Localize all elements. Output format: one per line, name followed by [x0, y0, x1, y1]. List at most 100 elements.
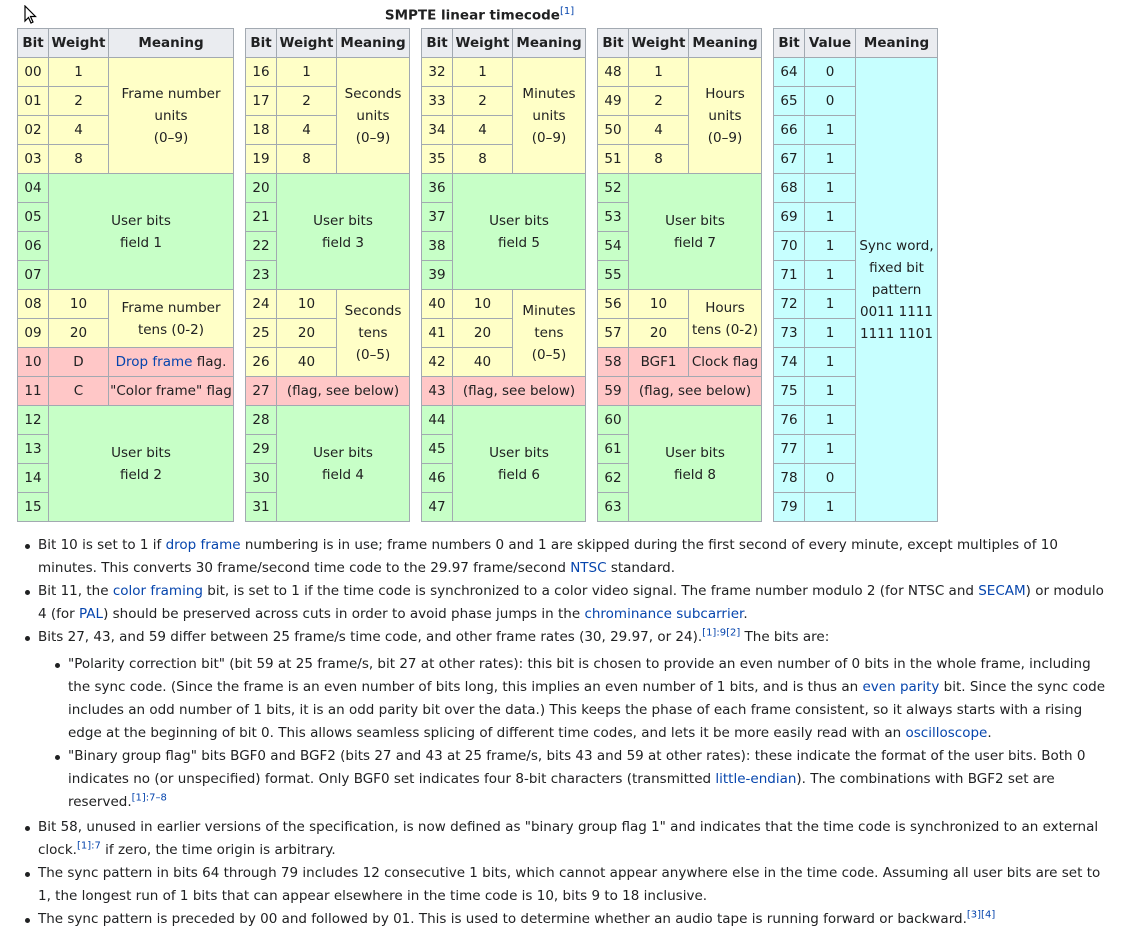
bit-cell: 65	[773, 86, 805, 116]
smpte-timecode-table: Bit Weight Meaning Bit Weight Meaning Bi…	[17, 28, 938, 522]
weight-cell: 8	[276, 144, 337, 174]
citation-link[interactable]: [1]:7	[77, 841, 101, 852]
bit-cell: 39	[421, 260, 453, 290]
citation-link[interactable]: [1]:7–8	[132, 793, 167, 804]
weight-cell: C	[48, 376, 109, 406]
weight-cell: 10	[452, 289, 513, 319]
bit-cell: 13	[17, 434, 49, 464]
weight-cell: 20	[276, 318, 337, 348]
bit-cell: 33	[421, 86, 453, 116]
weight-cell: 10	[628, 289, 689, 319]
table-row: 08 10 Frame number tens (0-2) 24 10 Seco…	[17, 289, 938, 377]
bit-cell: 19	[245, 144, 277, 174]
bit-cell: 07	[17, 260, 49, 290]
bit-cell: 18	[245, 115, 277, 145]
bit-cell: 41	[421, 318, 453, 348]
column-gap	[409, 28, 422, 58]
header-bit: Bit	[421, 28, 453, 58]
bit-cell: 56	[597, 289, 629, 319]
bit-cell: 50	[597, 115, 629, 145]
color-framing-link[interactable]: color framing	[113, 583, 203, 599]
bit-cell: 66	[773, 115, 805, 145]
bit-cell: 30	[245, 463, 277, 493]
pal-link[interactable]: PAL	[79, 606, 103, 622]
bit-cell: 77	[773, 434, 805, 464]
sub-notes-list: "Polarity correction bit" (bit 59 at 25 …	[38, 653, 1114, 814]
bit-cell: 48	[597, 57, 629, 87]
header-row: Bit Weight Meaning Bit Weight Meaning Bi…	[17, 28, 938, 58]
note-sync-pattern: The sync pattern in bits 64 through 79 i…	[25, 862, 1114, 908]
value-cell: 1	[804, 376, 856, 406]
bit-cell: 26	[245, 347, 277, 377]
drop-frame-flag-cell: Drop frame flag.	[108, 347, 234, 377]
bit-cell: 22	[245, 231, 277, 261]
bit-cell: 57	[597, 318, 629, 348]
column-gap	[761, 57, 774, 522]
minutes-tens-cell: Minutes tens (0–5)	[512, 289, 586, 377]
header-weight: Weight	[276, 28, 337, 58]
bit-cell: 20	[245, 173, 277, 203]
table-row: 04 User bits field 1 20 User bits field …	[17, 173, 938, 290]
table-caption: SMPTE linear timecode[1]	[17, 6, 942, 24]
bit-cell: 00	[17, 57, 49, 87]
bit-cell: 34	[421, 115, 453, 145]
weight-cell: D	[48, 347, 109, 377]
bit-cell: 38	[421, 231, 453, 261]
seconds-units-cell: Seconds units (0–9)	[336, 57, 410, 174]
user-bits-field-1: User bits field 1	[48, 173, 234, 290]
value-cell: 0	[804, 86, 856, 116]
even-parity-link[interactable]: even parity	[863, 679, 940, 695]
bit-cell: 11	[17, 376, 49, 406]
value-cell: 1	[804, 347, 856, 377]
bit-cell: 45	[421, 434, 453, 464]
bit-cell: 32	[421, 57, 453, 87]
bit-cell: 79	[773, 492, 805, 522]
citation-link[interactable]: [1]:9[2]	[702, 628, 740, 639]
bit-cell: 58	[597, 347, 629, 377]
user-bits-field-4: User bits field 4	[276, 405, 410, 522]
flag-see-below-cell: (flag, see below)	[452, 376, 586, 406]
drop-frame-link[interactable]: Drop frame	[116, 354, 193, 370]
caption-title: SMPTE linear timecode	[384, 7, 560, 24]
table-row: 00 1 Frame number units (0–9) 16 1 Secon…	[17, 57, 938, 522]
value-cell: 1	[804, 289, 856, 319]
column-gap	[233, 28, 246, 58]
oscilloscope-link[interactable]: oscilloscope	[906, 725, 988, 741]
ntsc-link[interactable]: NTSC	[570, 560, 606, 576]
minutes-units-cell: Minutes units (0–9)	[512, 57, 586, 174]
note-bits-27-43-59: Bits 27, 43, and 59 differ between 25 fr…	[25, 626, 1114, 814]
bit-cell: 73	[773, 318, 805, 348]
value-cell: 1	[804, 231, 856, 261]
bit-cell: 62	[597, 463, 629, 493]
notes-section: Bit 10 is set to 1 if drop frame numberi…	[20, 534, 1114, 931]
bit-cell: 47	[421, 492, 453, 522]
value-cell: 1	[804, 173, 856, 203]
weight-cell: 20	[48, 318, 109, 348]
citation-link[interactable]: [3][4]	[967, 910, 995, 921]
chrominance-subcarrier-link[interactable]: chrominance subcarrier	[584, 606, 743, 622]
secam-link[interactable]: SECAM	[978, 583, 1025, 599]
bit-cell: 12	[17, 405, 49, 435]
user-bits-field-2: User bits field 2	[48, 405, 234, 522]
value-cell: 1	[804, 144, 856, 174]
bit-cell: 63	[597, 492, 629, 522]
little-endian-link[interactable]: little-endian	[715, 771, 796, 787]
table-row: 11 C "Color frame" flag 27 (flag, see be…	[17, 376, 938, 406]
column-gap	[233, 57, 246, 522]
bit-cell: 09	[17, 318, 49, 348]
bit-cell: 04	[17, 173, 49, 203]
header-value: Value	[804, 28, 856, 58]
bit-cell: 02	[17, 115, 49, 145]
bit-cell: 43	[421, 376, 453, 406]
bit-cell: 27	[245, 376, 277, 406]
user-bits-field-5: User bits field 5	[452, 173, 586, 290]
drop-frame-link[interactable]: drop frame	[166, 537, 241, 553]
value-cell: 1	[804, 202, 856, 232]
bit-cell: 67	[773, 144, 805, 174]
bit-cell: 74	[773, 347, 805, 377]
bit-cell: 54	[597, 231, 629, 261]
bit-cell: 24	[245, 289, 277, 319]
hours-units-cell: Hours units (0–9)	[688, 57, 762, 174]
caption-ref-link[interactable]: [1]	[560, 6, 574, 17]
bit-cell: 06	[17, 231, 49, 261]
